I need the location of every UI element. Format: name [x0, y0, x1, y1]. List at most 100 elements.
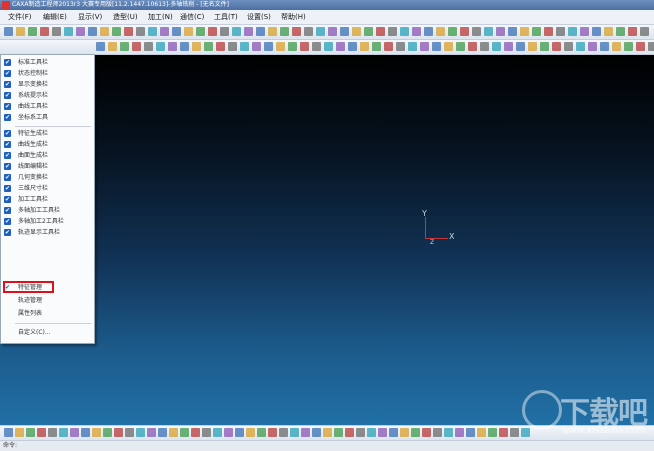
- toolbar-button-icon[interactable]: [196, 27, 205, 36]
- menu-item-curve-generation[interactable]: ✔ 曲线生成栏: [1, 140, 93, 150]
- toolbar-button-icon[interactable]: [100, 27, 109, 36]
- menu-settings[interactable]: 设置(S): [245, 10, 273, 24]
- toolbar-button-icon[interactable]: [81, 428, 90, 437]
- toolbar-button-icon[interactable]: [336, 42, 345, 51]
- toolbar-button-icon[interactable]: [568, 27, 577, 36]
- toolbar-button-icon[interactable]: [264, 42, 273, 51]
- toolbar-button-icon[interactable]: [556, 27, 565, 36]
- menu-item-system-prompt[interactable]: ✔ 系统提示栏: [1, 91, 93, 101]
- toolbar-button-icon[interactable]: [433, 428, 442, 437]
- toolbar-button-icon[interactable]: [580, 27, 589, 36]
- toolbar-button-icon[interactable]: [648, 42, 654, 51]
- toolbar-button-icon[interactable]: [528, 42, 537, 51]
- toolbar-button-icon[interactable]: [422, 428, 431, 437]
- toolbar-button-icon[interactable]: [432, 42, 441, 51]
- toolbar-button-icon[interactable]: [180, 428, 189, 437]
- menu-item-toolpath-management[interactable]: 轨迹管理: [1, 296, 93, 306]
- toolbar-button-icon[interactable]: [52, 27, 61, 36]
- toolbar-button-icon[interactable]: [334, 428, 343, 437]
- toolbar-button-icon[interactable]: [504, 42, 513, 51]
- toolbar-button-icon[interactable]: [516, 42, 525, 51]
- menu-item-toolpath-display[interactable]: ✔ 轨迹显示工具栏: [1, 228, 93, 238]
- toolbar-button-icon[interactable]: [252, 42, 261, 51]
- toolbar-button-icon[interactable]: [88, 27, 97, 36]
- toolbar-button-icon[interactable]: [224, 428, 233, 437]
- toolbar-button-icon[interactable]: [235, 428, 244, 437]
- toolbar-button-icon[interactable]: [64, 27, 73, 36]
- toolbar-button-icon[interactable]: [257, 428, 266, 437]
- toolbar-button-icon[interactable]: [103, 428, 112, 437]
- menu-modeling[interactable]: 造型(U): [111, 10, 140, 24]
- toolbar-button-icon[interactable]: [360, 42, 369, 51]
- toolbar-button-icon[interactable]: [279, 428, 288, 437]
- toolbar-button-icon[interactable]: [148, 27, 157, 36]
- menu-tools[interactable]: 工具(T): [212, 10, 240, 24]
- toolbar-button-icon[interactable]: [636, 42, 645, 51]
- menu-view[interactable]: 显示(V): [76, 10, 104, 24]
- toolbar-button-icon[interactable]: [124, 27, 133, 36]
- toolbar-button-icon[interactable]: [156, 42, 165, 51]
- toolbar-button-icon[interactable]: [624, 42, 633, 51]
- menu-item-standard-toolbar[interactable]: ✔ 标准工具栏: [1, 58, 93, 68]
- toolbar-button-icon[interactable]: [136, 428, 145, 437]
- toolbar-button-icon[interactable]: [180, 42, 189, 51]
- toolbar-button-icon[interactable]: [244, 27, 253, 36]
- toolbar-button-icon[interactable]: [136, 27, 145, 36]
- toolbar-button-icon[interactable]: [120, 42, 129, 51]
- toolbar-button-icon[interactable]: [220, 27, 229, 36]
- menu-item-multiaxis-tools[interactable]: ✔ 多轴加工工具栏: [1, 206, 93, 216]
- menu-item-line-surface-edit[interactable]: ✔ 线面编辑栏: [1, 162, 93, 172]
- menu-machining[interactable]: 加工(N): [146, 10, 175, 24]
- toolbar-button-icon[interactable]: [356, 428, 365, 437]
- menu-item-3d-dimension[interactable]: ✔ 三维尺寸栏: [1, 184, 93, 194]
- toolbar-button-icon[interactable]: [268, 428, 277, 437]
- toolbar-button-icon[interactable]: [276, 42, 285, 51]
- toolbar-button-icon[interactable]: [468, 42, 477, 51]
- toolbar-button-icon[interactable]: [16, 27, 25, 36]
- menu-help[interactable]: 帮助(H): [279, 10, 308, 24]
- toolbar-button-icon[interactable]: [256, 27, 265, 36]
- toolbar-button-icon[interactable]: [112, 27, 121, 36]
- toolbar-button-icon[interactable]: [455, 428, 464, 437]
- toolbar-button-icon[interactable]: [484, 27, 493, 36]
- toolbar-button-icon[interactable]: [191, 428, 200, 437]
- menu-item-status-control[interactable]: ✔ 状态控制栏: [1, 69, 93, 79]
- toolbar-button-icon[interactable]: [228, 42, 237, 51]
- toolbar-button-icon[interactable]: [592, 27, 601, 36]
- toolbar-button-icon[interactable]: [372, 42, 381, 51]
- 3d-viewport[interactable]: [0, 55, 654, 425]
- toolbar-button-icon[interactable]: [508, 27, 517, 36]
- toolbar-button-icon[interactable]: [444, 42, 453, 51]
- toolbar-button-icon[interactable]: [389, 428, 398, 437]
- toolbar-button-icon[interactable]: [564, 42, 573, 51]
- menu-item-coordinate-tools[interactable]: ✔ 坐标系工具: [1, 113, 93, 123]
- menu-edit[interactable]: 编辑(E): [41, 10, 69, 24]
- toolbar-button-icon[interactable]: [280, 27, 289, 36]
- toolbar-button-icon[interactable]: [48, 428, 57, 437]
- toolbar-button-icon[interactable]: [348, 42, 357, 51]
- toolbar-button-icon[interactable]: [40, 27, 49, 36]
- toolbar-button-icon[interactable]: [616, 27, 625, 36]
- toolbar-button-icon[interactable]: [328, 27, 337, 36]
- toolbar-button-icon[interactable]: [488, 428, 497, 437]
- toolbar-button-icon[interactable]: [304, 27, 313, 36]
- toolbar-button-icon[interactable]: [496, 27, 505, 36]
- toolbar-button-icon[interactable]: [316, 27, 325, 36]
- toolbar-button-icon[interactable]: [324, 42, 333, 51]
- toolbar-button-icon[interactable]: [202, 428, 211, 437]
- toolbar-button-icon[interactable]: [352, 27, 361, 36]
- toolbar-button-icon[interactable]: [92, 428, 101, 437]
- menu-communication[interactable]: 通信(C): [178, 10, 206, 24]
- toolbar-button-icon[interactable]: [268, 27, 277, 36]
- menu-item-curve-tools[interactable]: ✔ 曲线工具栏: [1, 102, 93, 112]
- toolbar-button-icon[interactable]: [364, 27, 373, 36]
- toolbar-button-icon[interactable]: [408, 42, 417, 51]
- toolbar-button-icon[interactable]: [588, 42, 597, 51]
- toolbar-button-icon[interactable]: [132, 42, 141, 51]
- menu-item-display-transform[interactable]: ✔ 显示变换栏: [1, 80, 93, 90]
- toolbar-button-icon[interactable]: [384, 42, 393, 51]
- toolbar-button-icon[interactable]: [424, 27, 433, 36]
- menu-item-surface-generation[interactable]: ✔ 曲面生成栏: [1, 151, 93, 161]
- toolbar-button-icon[interactable]: [444, 428, 453, 437]
- toolbar-button-icon[interactable]: [76, 27, 85, 36]
